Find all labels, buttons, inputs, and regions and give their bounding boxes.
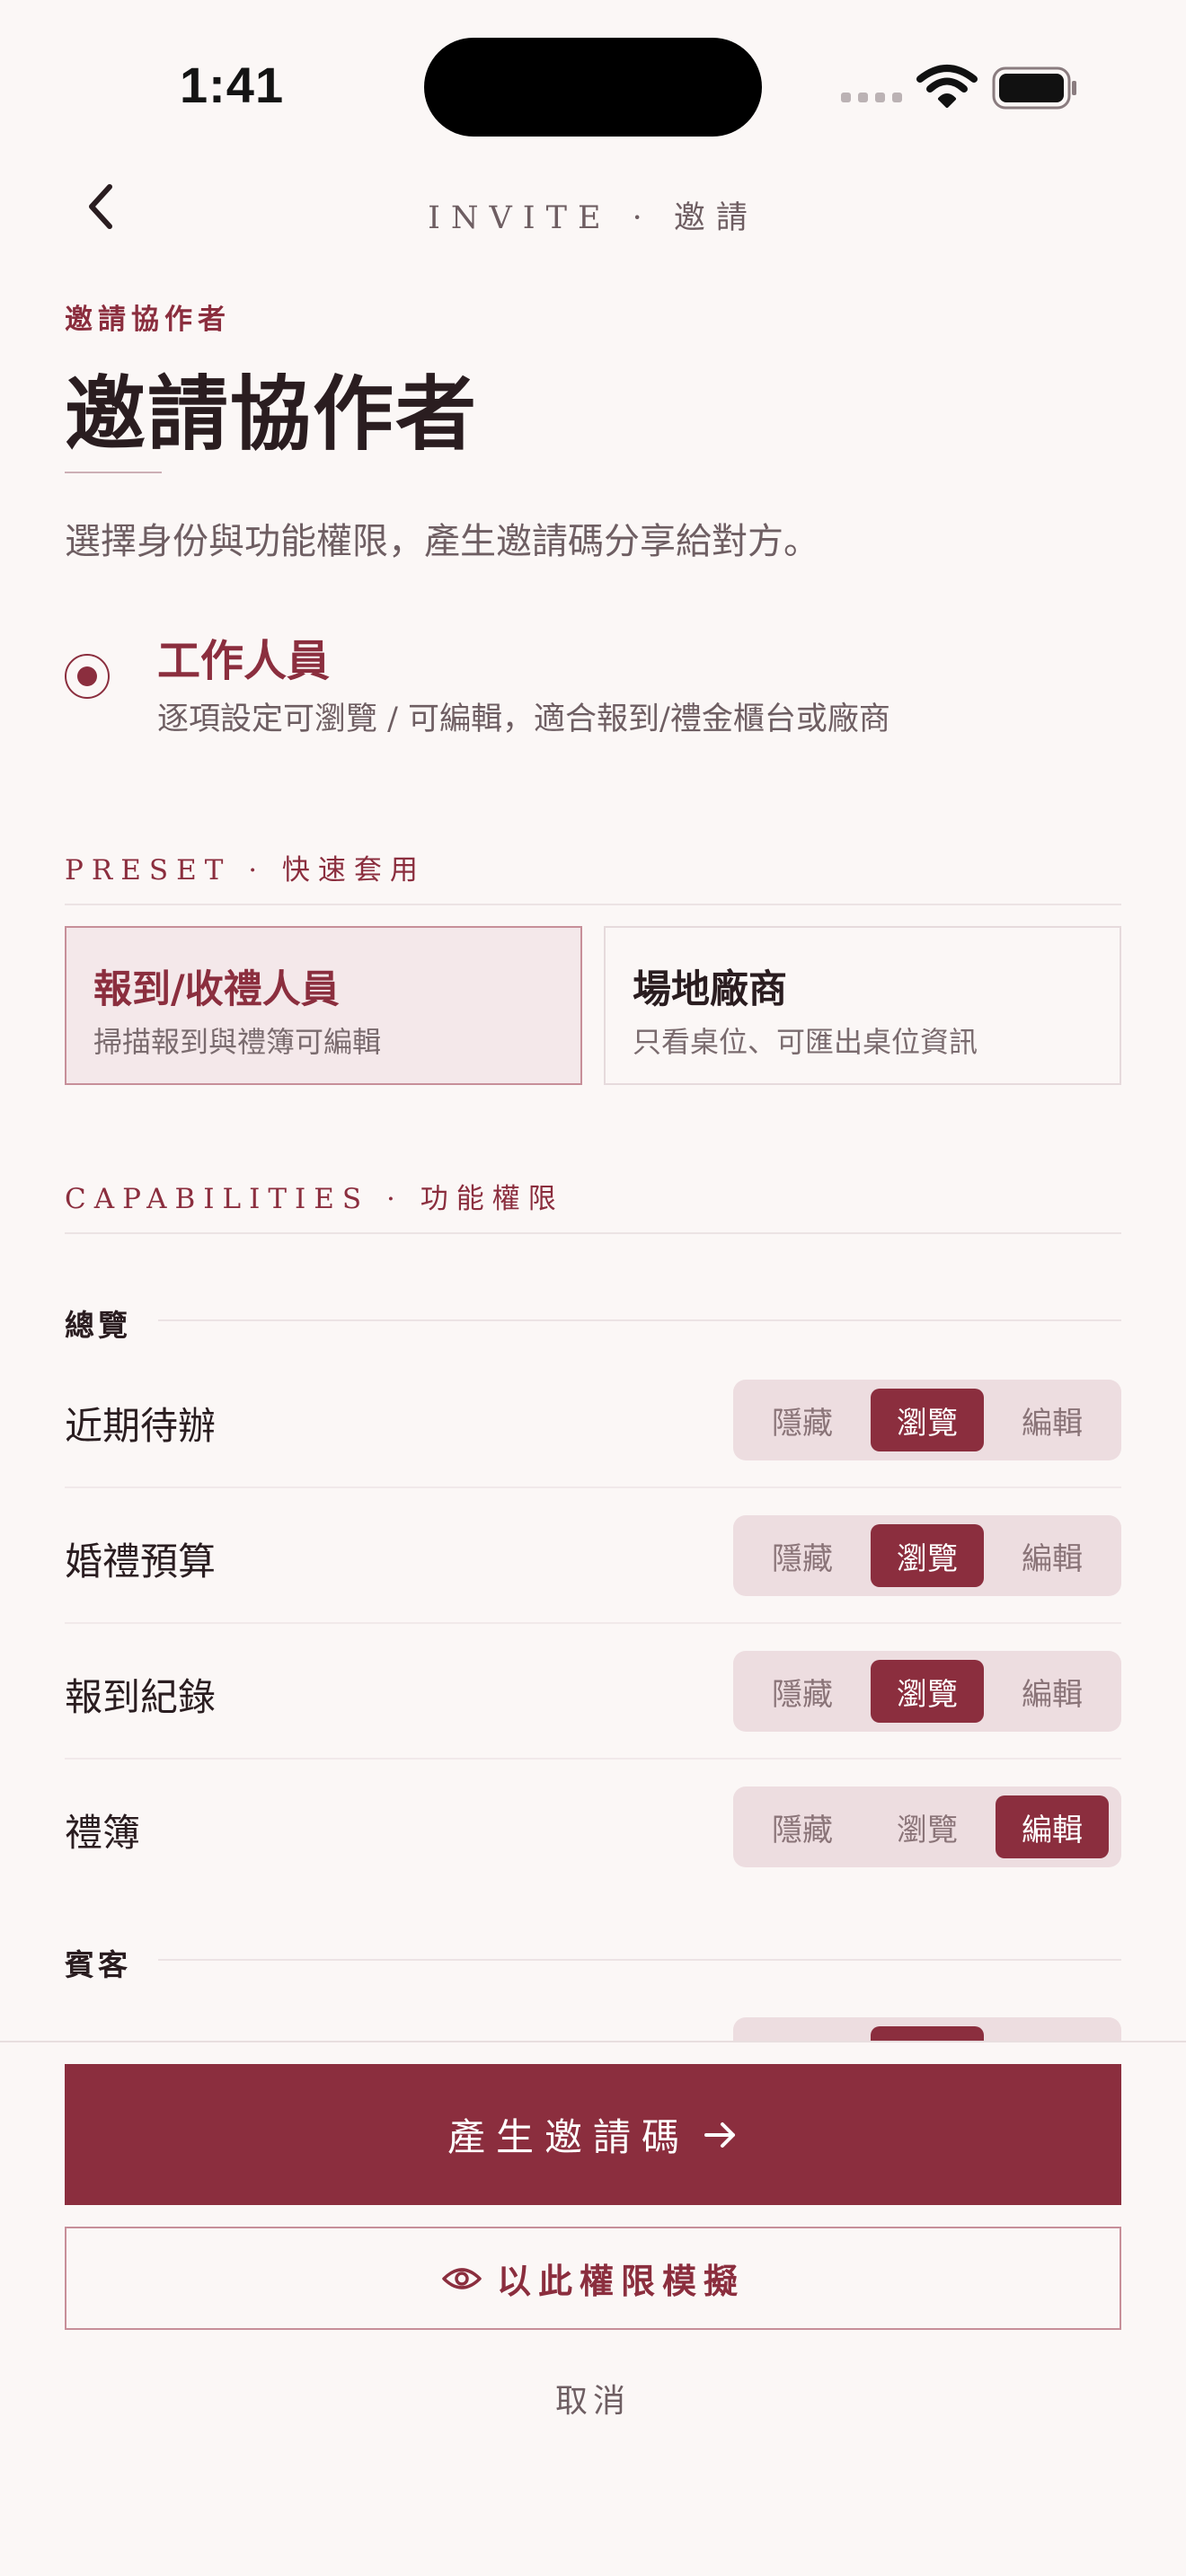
capability-label: 報到紀錄: [65, 1675, 217, 1719]
group-divider: [158, 1319, 1121, 1321]
simulate-button-label: 以此權限模擬: [496, 2261, 745, 2301]
battery-icon: [992, 66, 1078, 113]
permission-segmented-control[interactable]: 隱藏 瀏覽 編輯: [733, 1380, 1121, 1460]
segment-view[interactable]: 瀏覽: [871, 1795, 984, 1858]
group-label-overview: 總覽: [65, 1308, 131, 1343]
preset-card-description: 只看桌位、可匯出桌位資訊: [633, 1025, 978, 1059]
segment-edit[interactable]: 編輯: [996, 1389, 1109, 1451]
row-divider: [65, 1486, 1121, 1488]
preset-card-vendor[interactable]: 場地廠商 只看桌位、可匯出桌位資訊: [604, 926, 1121, 1085]
preset-card-title: 場地廠商: [633, 967, 787, 1012]
preset-card-checkin[interactable]: 報到/收禮人員 掃描報到與禮簿可編輯: [65, 926, 582, 1085]
dynamic-island: [424, 38, 762, 137]
eye-icon: [441, 2264, 482, 2293]
preset-heading: PRESET · 快速套用: [65, 854, 426, 887]
capability-label: 近期待辦: [65, 1404, 217, 1448]
segment-view[interactable]: 瀏覽: [871, 1524, 984, 1587]
segment-hide[interactable]: 隱藏: [746, 1795, 859, 1858]
group-divider: [158, 1959, 1121, 1961]
generate-invite-code-button[interactable]: 產生邀請碼: [65, 2064, 1121, 2205]
title-divider: [65, 472, 162, 473]
page-subtitle: 選擇身份與功能權限，產生邀請碼分享給對方。: [65, 521, 819, 562]
segment-hide[interactable]: 隱藏: [746, 1389, 859, 1451]
role-title[interactable]: 工作人員: [157, 625, 330, 688]
role-description: 逐項設定可瀏覽 / 可編輯，適合報到/禮金櫃台或廠商: [157, 701, 890, 737]
arrow-right-icon: [703, 2119, 739, 2151]
generate-button-label: 產生邀請碼: [447, 2115, 690, 2159]
page-title: 邀請協作者: [65, 366, 478, 462]
cellular-signal-icon: [841, 93, 902, 102]
preset-divider: [65, 904, 1121, 905]
simulate-permissions-button[interactable]: 以此權限模擬: [65, 2227, 1121, 2330]
segment-edit[interactable]: 編輯: [996, 1795, 1109, 1858]
segment-view[interactable]: 瀏覽: [871, 1389, 984, 1451]
segment-edit[interactable]: 編輯: [996, 1660, 1109, 1723]
permission-segmented-control[interactable]: 隱藏 瀏覽 編輯: [733, 1515, 1121, 1596]
bottom-panel-divider: [0, 2041, 1186, 2042]
permission-segmented-control[interactable]: 隱藏 瀏覽 編輯: [733, 1651, 1121, 1732]
row-divider: [65, 1622, 1121, 1624]
preset-card-description: 掃描報到與禮簿可編輯: [93, 1025, 382, 1059]
wifi-icon: [916, 63, 978, 111]
status-time: 1:41: [180, 57, 285, 113]
capability-label: 婚禮預算: [65, 1539, 217, 1584]
segment-hide[interactable]: 隱藏: [746, 1660, 859, 1723]
segment-view[interactable]: 瀏覽: [871, 1660, 984, 1723]
segment-hide[interactable]: 隱藏: [746, 1524, 859, 1587]
row-divider: [65, 1758, 1121, 1760]
page-eyebrow: 邀請協作者: [65, 304, 231, 336]
capabilities-divider: [65, 1232, 1121, 1234]
capabilities-heading: CAPABILITIES · 功能權限: [65, 1183, 564, 1215]
segment-edit[interactable]: 編輯: [996, 1524, 1109, 1587]
nav-title: INVITE · 邀請: [428, 200, 758, 236]
permission-segmented-control[interactable]: 隱藏 瀏覽 編輯: [733, 1786, 1121, 1867]
capability-label: 禮簿: [65, 1811, 141, 1855]
cancel-link[interactable]: 取消: [0, 2375, 1186, 2422]
role-radio[interactable]: [65, 654, 110, 699]
group-label-guests: 賓客: [65, 1947, 131, 1982]
preset-card-title: 報到/收禮人員: [93, 967, 340, 1012]
